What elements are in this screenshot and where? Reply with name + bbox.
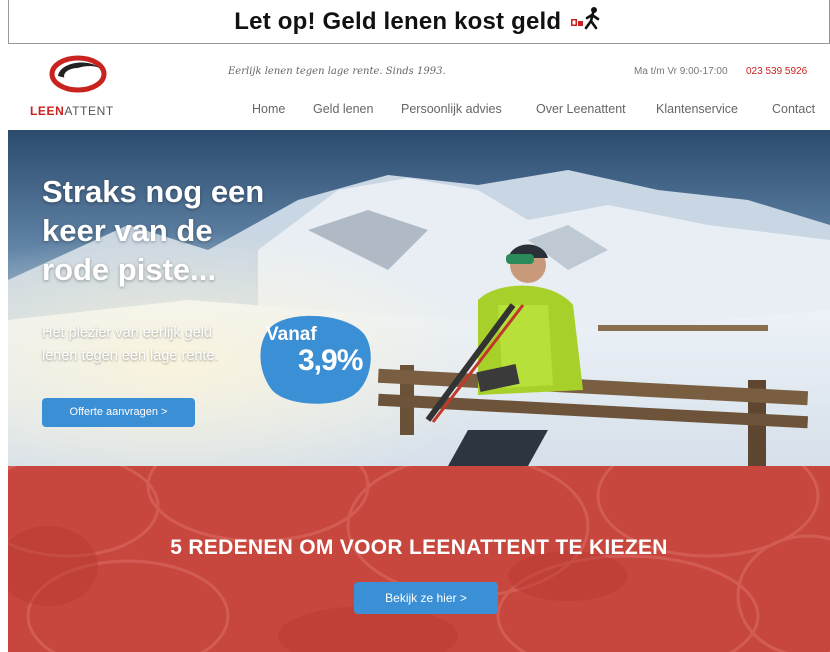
site-header: LEENATTENT Eerlijk lenen tegen lage rent… xyxy=(8,44,830,130)
warning-text: Let op! Geld lenen kost geld xyxy=(234,8,562,35)
reasons-section: 5 REDENEN OM VOOR LEENATTENT TE KIEZEN B… xyxy=(8,466,830,652)
view-reasons-button[interactable]: Bekijk ze hier > xyxy=(354,582,498,614)
main-nav: Home Geld lenen Persoonlijk advies Over … xyxy=(8,102,830,122)
rate-value: 3,9% xyxy=(298,344,363,377)
nav-item-persoonlijk-advies[interactable]: Persoonlijk advies xyxy=(401,102,502,116)
warning-walking-person-icon xyxy=(570,6,604,37)
rate-label: Vanaf xyxy=(266,324,317,345)
nav-item-over-leenattent[interactable]: Over Leenattent xyxy=(536,102,626,116)
nav-item-contact[interactable]: Contact xyxy=(772,102,815,116)
phone-number[interactable]: 023 539 5926 xyxy=(746,66,807,77)
hero-banner: Straks nog een keer van de rode piste...… xyxy=(8,130,830,466)
nav-item-geld-lenen[interactable]: Geld lenen xyxy=(313,102,373,116)
nav-item-home[interactable]: Home xyxy=(252,102,285,116)
loan-warning-banner: Let op! Geld lenen kost geld xyxy=(8,0,830,44)
reasons-title: 5 REDENEN OM VOOR LEENATTENT TE KIEZEN xyxy=(170,536,668,559)
hero-title: Straks nog een keer van de rode piste... xyxy=(42,174,265,287)
hero-subtitle: Het plezier van eerlijk geld lenen tegen… xyxy=(42,325,219,364)
tagline: Eerlijk lenen tegen lage rente. Sinds 19… xyxy=(228,66,446,77)
nav-item-klantenservice[interactable]: Klantenservice xyxy=(656,102,738,116)
request-quote-button[interactable]: Offerte aanvragen > xyxy=(42,398,195,427)
logo-swoosh-icon xyxy=(49,55,107,93)
opening-hours: Ma t/m Vr 9:00-17:00 xyxy=(634,66,728,77)
interest-rate-badge: Vanaf 3,9% xyxy=(256,310,374,406)
